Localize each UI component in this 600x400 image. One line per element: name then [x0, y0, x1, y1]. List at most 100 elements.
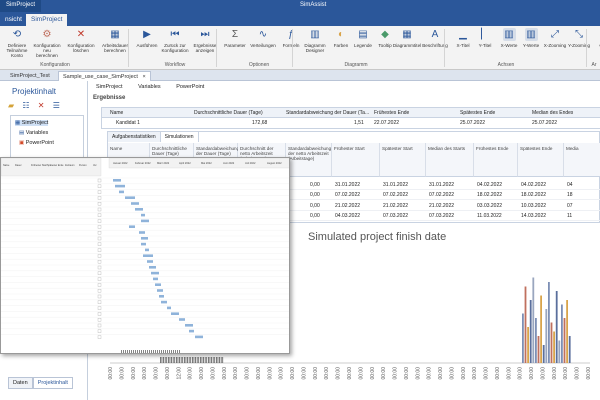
chart-bar[interactable]	[532, 277, 535, 364]
ribbon-tab-bar: nsicht SimProject	[0, 12, 600, 26]
list-view-icon[interactable]: ☰	[53, 101, 60, 110]
ribbon-separator	[128, 29, 129, 67]
column-header[interactable]: Standardabweichung der netto Arbeitszeit…	[286, 143, 332, 177]
ribbon-button-15[interactable]: A Beschriftung	[420, 28, 450, 60]
open-folder-icon[interactable]: ▰	[8, 101, 14, 110]
column-header[interactable]: Spätestes Ende	[460, 110, 495, 116]
chart-bar[interactable]	[566, 300, 568, 363]
gantt-column-header: Spätester Ende	[47, 164, 64, 167]
chart-bar[interactable]	[537, 336, 540, 363]
x-tick-label: 00:00	[313, 367, 319, 380]
column-header[interactable]: Median des Starts	[426, 143, 474, 177]
tree-view-icon[interactable]: ☷	[22, 101, 29, 110]
grid-header: Name Durchschnittliche Dauer (Tage) Standa…	[102, 108, 600, 118]
grid-row[interactable]: Kandidat 1 172,68 1,51 22.07.2022 25.07.2022…	[102, 118, 600, 128]
ribbon-button-14[interactable]: ▦ Diagrammtitel	[392, 28, 422, 60]
ribbon-button-8[interactable]: ∿ Verteilungen	[248, 28, 278, 60]
subtab-simproject[interactable]: SimProject	[93, 83, 126, 91]
chart-bar[interactable]	[561, 304, 563, 364]
subtab-powerpoint[interactable]: PowerPoint	[173, 83, 207, 91]
chart-bar[interactable]	[524, 286, 527, 364]
tab-daten[interactable]: Daten	[8, 377, 33, 389]
chart-bar[interactable]	[535, 318, 537, 363]
column-header[interactable]: Frühestes Ende	[374, 110, 409, 116]
ribbon-button-22[interactable]: ⟳Orien	[590, 28, 600, 60]
ribbon-button-3[interactable]: ▦ Arbeitsdauer berechnen	[100, 28, 130, 60]
ribbon-button-0[interactable]: ⟲ Definiere Teilnahme Konto	[2, 28, 32, 60]
chart-bar[interactable]	[545, 309, 548, 363]
x-tick-label: 00:00	[267, 367, 273, 380]
subtab-variables[interactable]: Variables	[135, 83, 164, 91]
chart-bar[interactable]	[555, 291, 558, 363]
ribbon-button-label: X-Werte	[500, 43, 518, 48]
gantt-checkbox	[97, 202, 102, 206]
chart-bar[interactable]	[529, 300, 532, 363]
column-header[interactable]: Frühester Start	[332, 143, 380, 177]
ribbon-button-label: Ausführen	[136, 43, 158, 48]
delete-icon[interactable]: ✕	[38, 101, 45, 110]
gantt-checkbox	[97, 248, 102, 252]
chart-bar[interactable]	[558, 340, 561, 364]
gantt-column-header: Frühester Start	[31, 164, 47, 167]
tree-item-powerpoint[interactable]: ▣ PowerPoint	[19, 140, 54, 146]
x-minor-tick	[203, 357, 204, 363]
titlebar-context-tab[interactable]: SimProject	[0, 0, 42, 12]
gantt-date-tick	[139, 350, 140, 353]
ribbon-button-1[interactable]: ⚙ Konfiguration neu berechnen	[32, 28, 62, 60]
column-header[interactable]: Standardabweichung der Dauer (Ta...	[286, 110, 369, 116]
ribbon-button-7[interactable]: Σ Parameter	[220, 28, 250, 60]
chart-bar[interactable]	[542, 345, 545, 363]
tab-simulationen[interactable]: Simulationen	[161, 132, 199, 142]
ribbon-tab-ansicht[interactable]: nsicht	[0, 14, 27, 26]
x-tick-label: 00:00	[290, 367, 296, 380]
column-header[interactable]: Median des Endes	[532, 110, 573, 116]
ribbon-tab-simproject[interactable]: SimProject	[26, 14, 68, 26]
table-cell: 10.03.2022	[521, 202, 547, 209]
x-tick-label: 00:00	[301, 367, 307, 380]
x-tick-label: 00:00	[393, 367, 399, 380]
chart-bar[interactable]	[568, 336, 571, 363]
distribution-icon: ∿	[258, 29, 268, 40]
column-header[interactable]: Name	[110, 110, 123, 116]
x-minor-tick	[208, 357, 209, 363]
doc-tab-sample[interactable]: Sample_use_case_SimProject ×	[58, 71, 151, 81]
x-minor-tick	[190, 357, 192, 363]
doc-tab-test[interactable]: SimProject_Test	[6, 71, 54, 81]
tab-aufgabenstatistiken[interactable]: Aufgabenstatistiken	[108, 132, 161, 142]
table-cell: 14.03.2022	[521, 213, 547, 219]
gantt-date-tick	[179, 350, 180, 353]
chart-bar[interactable]	[553, 331, 555, 364]
x-tick-label: 00:00	[222, 367, 228, 380]
gantt-date-tick	[125, 350, 126, 353]
chart-bar[interactable]	[548, 282, 550, 363]
tree-item-label: Variables	[25, 130, 49, 136]
ribbon-button-4[interactable]: ▶ Ausführen	[132, 28, 162, 60]
column-header[interactable]: Media	[564, 143, 600, 177]
x-minor-tick	[204, 357, 206, 363]
chart-bar[interactable]	[540, 295, 542, 364]
close-icon[interactable]: ×	[142, 74, 145, 80]
column-header[interactable]: Durchschnittliche Dauer (Tage)	[194, 110, 263, 116]
chart-bar[interactable]	[522, 313, 524, 364]
x-minor-tick	[217, 357, 219, 363]
results-summary-grid: Name Durchschnittliche Dauer (Tage) Standa…	[101, 107, 600, 129]
column-header[interactable]: Frühestes Ende	[474, 143, 518, 177]
x-tick-label: 00:00	[119, 367, 125, 380]
content-subtabs: SimProject Variables PowerPoint	[93, 83, 215, 93]
column-header[interactable]: Spätestes Ende	[518, 143, 564, 177]
gantt-checkbox	[97, 196, 102, 200]
tree-item-variables[interactable]: ▤ Variables	[19, 130, 48, 136]
gantt-checkbox	[97, 294, 102, 299]
ribbon-button-5[interactable]: ⏮ Zurück zur Konfiguration	[160, 28, 190, 60]
chart-bar[interactable]	[527, 327, 529, 363]
ribbon-button-2[interactable]: ✕ Konfiguration löschen	[66, 28, 96, 60]
chart-bar[interactable]	[563, 318, 566, 363]
table-cell: 04.03.2022	[335, 213, 361, 219]
tab-projektinhalt[interactable]: Projektinhalt	[32, 377, 73, 389]
grid-cell: 172,68	[252, 120, 268, 126]
chart-bar[interactable]	[550, 322, 553, 364]
gantt-column-header: Name	[3, 164, 10, 167]
tree-item-simproject[interactable]: ▦ SimProject	[15, 120, 49, 126]
x-tick-label: 00:00	[154, 367, 160, 380]
column-header[interactable]: Spätester Start	[380, 143, 426, 177]
